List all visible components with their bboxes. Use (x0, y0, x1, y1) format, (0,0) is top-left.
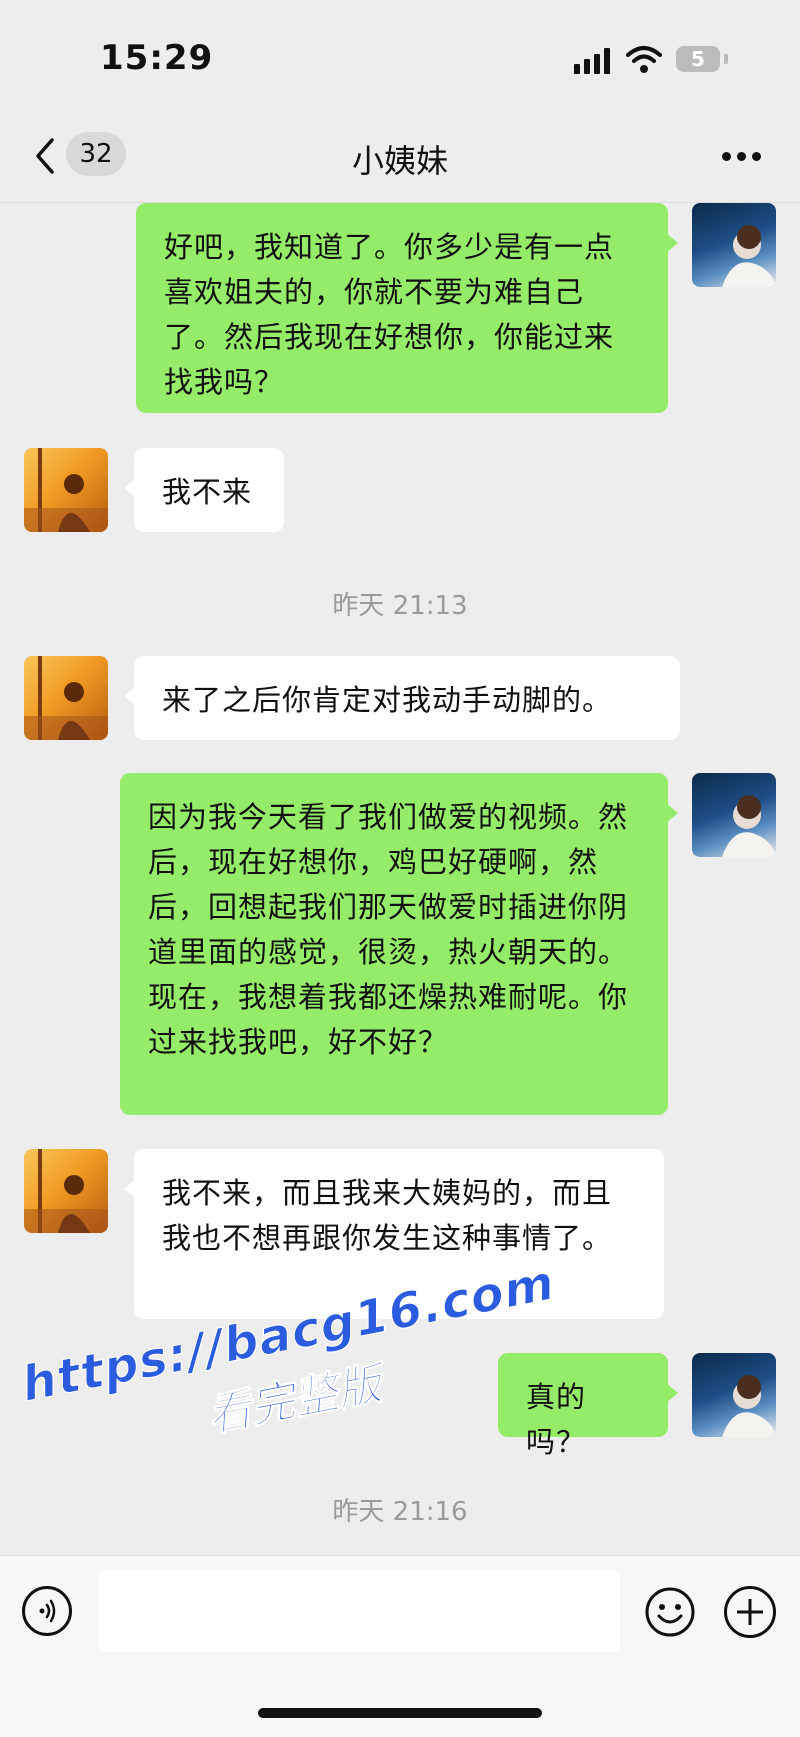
contact-message-bubble[interactable]: 来了之后你肯定对我动手动脚的。 (124, 656, 680, 740)
battery-level: 5 (676, 46, 720, 72)
chat-header: 32 小姨妹 (0, 118, 800, 203)
my-avatar[interactable] (692, 1353, 776, 1437)
status-bar: 15:29 5 (0, 0, 800, 118)
my-message-bubble[interactable]: 真的吗？ (498, 1353, 678, 1459)
signal-bars-icon (574, 48, 610, 74)
message-input[interactable] (98, 1570, 620, 1652)
home-indicator (258, 1708, 542, 1718)
wifi-icon (626, 46, 662, 73)
contact-message-bubble[interactable]: 我不来，而且我来大姨妈的，而且我也不想再跟你发生这种事情了。 (124, 1149, 664, 1319)
contact-avatar[interactable] (24, 448, 108, 532)
emoji-icon[interactable] (644, 1586, 696, 1638)
status-time: 15:29 (100, 38, 214, 78)
contact-avatar[interactable] (24, 1149, 108, 1233)
message-timestamp: 昨天 21:16 (332, 1497, 468, 1527)
my-message-bubble[interactable]: 好吧，我知道了。你多少是有一点喜欢姐夫的，你就不要为难自己了。然后我现在好想你，… (136, 203, 678, 413)
my-avatar[interactable] (692, 773, 776, 857)
battery-indicator: 5 (676, 44, 728, 74)
my-message-bubble[interactable]: 因为我今天看了我们做爱的视频。然后，现在好想你，鸡巴好硬啊，然后，回想起我们那天… (120, 773, 678, 1115)
chat-title: 小姨妹 (351, 142, 448, 180)
message-timestamp: 昨天 21:13 (332, 591, 468, 621)
input-bar (0, 1555, 800, 1737)
voice-icon[interactable] (22, 1586, 72, 1636)
contact-avatar[interactable] (24, 656, 108, 740)
plus-icon[interactable] (724, 1586, 776, 1638)
message-list[interactable]: 好吧，我知道了。你多少是有一点喜欢姐夫的，你就不要为难自己了。然后我现在好想你，… (0, 203, 800, 1553)
contact-message-bubble[interactable]: 我不来 (124, 448, 284, 532)
more-dots-icon[interactable] (722, 152, 762, 164)
my-avatar[interactable] (692, 203, 776, 287)
